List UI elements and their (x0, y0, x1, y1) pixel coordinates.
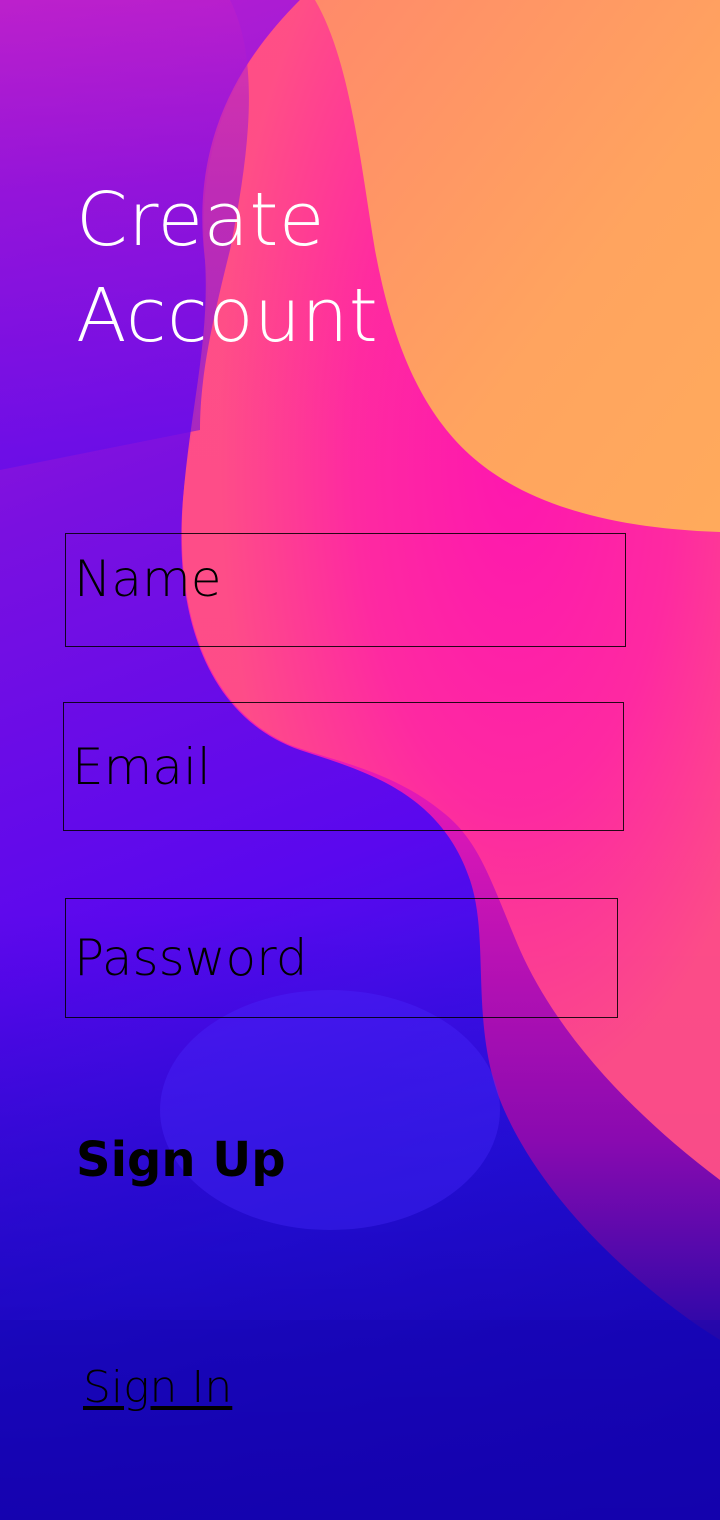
title-line-account: Account (76, 273, 379, 359)
title-line-create: Create (76, 177, 325, 263)
page-title: Create Account (76, 172, 378, 364)
email-field[interactable] (63, 702, 624, 831)
password-field[interactable] (65, 898, 618, 1018)
name-field[interactable] (65, 533, 626, 647)
create-account-screen: Create Account Sign Up Sign In (0, 0, 720, 1520)
sign-up-button[interactable]: Sign Up (76, 1132, 286, 1188)
sign-in-link[interactable]: Sign In (83, 1362, 232, 1413)
